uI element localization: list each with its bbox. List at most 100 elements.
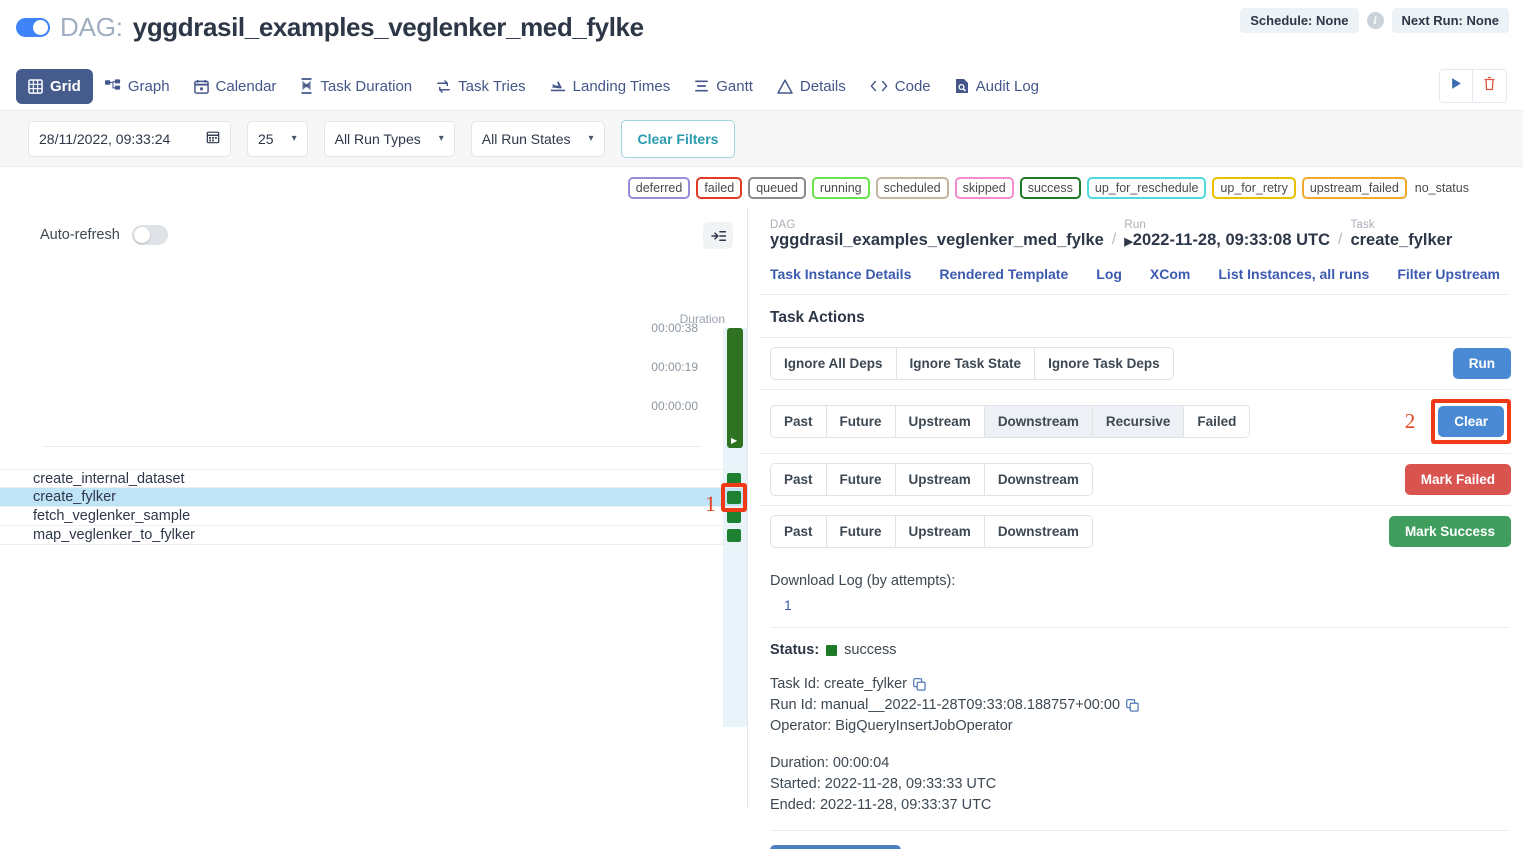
chevron-down-icon: ▾ (291, 133, 297, 144)
task-rows: create_internal_dataset create_fylker fetc… (0, 469, 748, 545)
legend-chip-queued[interactable]: queued (748, 177, 806, 199)
copy-icon[interactable] (913, 678, 926, 691)
legend-chip-up_for_retry[interactable]: up_for_retry (1212, 177, 1296, 199)
run-type-select[interactable]: All Run Types ▾ (323, 120, 455, 157)
tab-landing-times[interactable]: Landing Times (538, 69, 683, 104)
clear-button[interactable]: Clear (1438, 406, 1504, 437)
legend-chip-scheduled[interactable]: scheduled (875, 177, 949, 199)
clear-opt-upstream[interactable]: Upstream (895, 406, 985, 437)
trigger-dag-button[interactable] (1439, 69, 1473, 103)
subtab-xcom[interactable]: XCom (1150, 266, 1190, 282)
mark-failed-opt-upstream[interactable]: Upstream (895, 464, 985, 495)
run-opt-ignore-all-deps[interactable]: Ignore All Deps (771, 348, 897, 379)
bigquery-table-button[interactable]: BigQuery Table (770, 845, 901, 849)
tab-audit-log-label: Audit Log (975, 77, 1040, 95)
task-name: fetch_veglenker_sample (33, 508, 191, 524)
mark-success-opt-future[interactable]: Future (826, 516, 896, 547)
header-status-group: Schedule: None i Next Run: None (1240, 8, 1509, 33)
breadcrumb-run[interactable]: Run ▶2022-11-28, 09:33:08 UTC (1124, 219, 1330, 250)
task-row[interactable]: fetch_veglenker_sample (0, 507, 748, 526)
tab-audit-log[interactable]: Audit Log (943, 69, 1051, 104)
run-opt-ignore-task-deps[interactable]: Ignore Task Deps (1035, 348, 1173, 379)
calendar-icon[interactable] (206, 130, 220, 147)
mark-failed-button[interactable]: Mark Failed (1404, 464, 1511, 495)
airflow-grid-page: DAG: yggdrasil_examples_veglenker_med_fy… (0, 0, 1523, 849)
legend-chip-failed[interactable]: failed (696, 177, 743, 199)
mark-success-button[interactable]: Mark Success (1388, 516, 1511, 547)
tab-details-label: Details (799, 77, 846, 95)
task-row-selected[interactable]: create_fylker (0, 488, 748, 507)
legend-chip-no_status[interactable]: no_status (1413, 180, 1471, 196)
collapse-panel-icon[interactable] (703, 222, 733, 249)
run-state-select[interactable]: All Run States ▾ (470, 120, 605, 157)
main-body: Auto-refresh Duration 00:00:38 00:00:19 (0, 207, 1523, 849)
mark-success-opt-past[interactable]: Past (771, 516, 827, 547)
breadcrumb-task-value: create_fylker (1350, 231, 1453, 249)
run-id-value: Run Id: manual__2022-11-28T09:33:08.1887… (770, 697, 1121, 713)
tab-details[interactable]: Details (765, 69, 858, 104)
clear-action-row: Past Future Upstream Downstream Recursive Fai… (760, 389, 1511, 453)
run-date-input[interactable]: 28/11/2022, 09:33:24 (28, 120, 231, 157)
legend-chip-deferred[interactable]: deferred (627, 177, 691, 199)
run-button[interactable]: Run (1452, 348, 1511, 379)
subtab-log[interactable]: Log (1096, 266, 1122, 282)
mark-failed-opt-downstream[interactable]: Downstream (984, 464, 1092, 495)
tab-task-duration-label: Task Duration (320, 77, 413, 95)
breadcrumb-task-caption: Task (1350, 219, 1375, 231)
subtab-rendered-template[interactable]: Rendered Template (939, 266, 1068, 282)
breadcrumb-dag-caption: DAG (770, 219, 796, 231)
task-timing: Duration: 00:00:04 Started: 2022-11-28, … (760, 737, 1511, 816)
annotation-box-2: Clear (1431, 399, 1511, 444)
clear-opt-recursive[interactable]: Recursive (1092, 406, 1185, 437)
clear-opt-downstream[interactable]: Downstream (984, 406, 1093, 437)
dag-actions-group (1439, 69, 1507, 103)
copy-icon[interactable] (1126, 699, 1139, 712)
run-opt-ignore-task-state[interactable]: Ignore Task State (896, 348, 1036, 379)
task-row[interactable]: create_internal_dataset (0, 469, 748, 488)
status-legend: deferred failed queued running scheduled skip… (0, 167, 1523, 207)
legend-chip-success[interactable]: success (1019, 177, 1081, 199)
tab-task-duration[interactable]: Task Duration (288, 69, 424, 104)
download-log-attempt-link[interactable]: 1 (760, 589, 1511, 613)
task-row[interactable]: map_veglenker_to_fylker (0, 526, 748, 545)
dag-pause-toggle[interactable] (16, 18, 50, 37)
mark-failed-options-group: Past Future Upstream Downstream (770, 463, 1093, 496)
clear-opt-future[interactable]: Future (826, 406, 896, 437)
tab-code[interactable]: Code (858, 69, 943, 104)
clear-filters-label: Clear Filters (637, 130, 719, 147)
legend-chip-up_for_reschedule[interactable]: up_for_reschedule (1086, 177, 1207, 199)
mark-success-opt-upstream[interactable]: Upstream (895, 516, 985, 547)
clear-filters-button[interactable]: Clear Filters (620, 119, 736, 158)
task-instance-square[interactable] (727, 529, 741, 542)
view-tabbar: Grid Graph Calendar Task Duration Task T… (0, 62, 1523, 110)
mark-success-opt-downstream[interactable]: Downstream (984, 516, 1092, 547)
tab-graph[interactable]: Graph (93, 69, 182, 104)
axis-tick: 00:00:00 (42, 399, 702, 446)
breadcrumb-dag: DAG yggdrasil_examples_veglenker_med_fyl… (770, 219, 1104, 250)
delete-dag-button[interactable] (1473, 69, 1507, 103)
tab-calendar[interactable]: Calendar (182, 69, 289, 104)
clear-opt-past[interactable]: Past (771, 406, 827, 437)
subtab-list-instances-all-runs[interactable]: List Instances, all runs (1218, 266, 1369, 282)
audit-log-icon (955, 78, 969, 94)
auto-refresh-toggle[interactable] (131, 225, 168, 245)
tab-task-tries[interactable]: Task Tries (424, 69, 538, 104)
legend-chip-upstream_failed[interactable]: upstream_failed (1301, 177, 1407, 199)
started-line: Started: 2022-11-28, 09:33:33 UTC (770, 776, 997, 792)
dag-run-duration-bar[interactable]: ▶ (727, 328, 743, 448)
mark-failed-opt-future[interactable]: Future (826, 464, 896, 495)
info-icon[interactable]: i (1366, 12, 1384, 29)
clear-opt-failed[interactable]: Failed (1184, 406, 1250, 437)
tab-calendar-label: Calendar (215, 77, 277, 95)
subtab-task-instance-details[interactable]: Task Instance Details (770, 266, 911, 282)
legend-chip-skipped[interactable]: skipped (954, 177, 1014, 199)
subtab-filter-upstream[interactable]: Filter Upstream (1397, 266, 1500, 282)
legend-chip-running[interactable]: running (811, 177, 870, 199)
task-details-panel: DAG yggdrasil_examples_veglenker_med_fyl… (748, 207, 1523, 849)
tab-gantt[interactable]: Gantt (682, 69, 765, 104)
tab-grid[interactable]: Grid (16, 68, 93, 104)
mark-failed-opt-past[interactable]: Past (771, 464, 827, 495)
run-options-group: Ignore All Deps Ignore Task State Ignore T… (770, 347, 1174, 380)
run-count-select[interactable]: 25 ▾ (247, 120, 308, 157)
tab-grid-label: Grid (50, 77, 81, 95)
